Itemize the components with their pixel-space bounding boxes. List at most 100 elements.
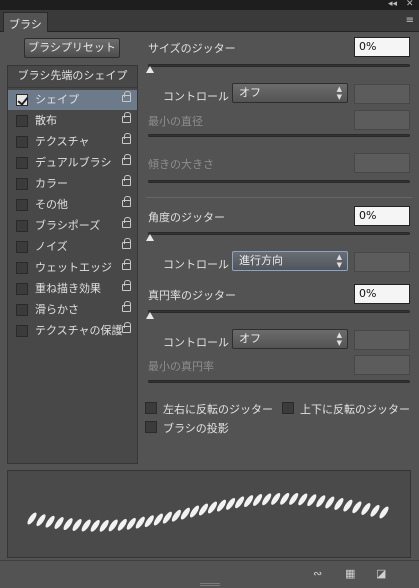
brush-dab — [117, 518, 127, 531]
brush-dab — [54, 517, 64, 529]
brush-dab — [334, 498, 344, 510]
brush-tip-shape-header[interactable]: ブラシ先端のシェイプ — [8, 66, 137, 88]
flip-y-checkbox[interactable] — [282, 402, 294, 414]
brush-preset-button[interactable]: ブラシプリセット — [24, 38, 120, 58]
lock-icon[interactable] — [122, 154, 131, 165]
item-checkbox[interactable] — [16, 94, 28, 106]
brush-dab — [325, 496, 335, 509]
list-item[interactable]: テクスチャの保護 — [8, 321, 137, 341]
item-checkbox[interactable] — [16, 325, 28, 337]
item-label: デュアルブラシ — [35, 156, 112, 169]
list-item[interactable]: 散布 — [8, 111, 137, 131]
angle-control-select[interactable]: 進行方向 ▲ ▼ — [232, 251, 348, 271]
collapse-icon[interactable]: ◂◂ — [388, 0, 397, 10]
list-item[interactable]: 滑らかさ — [8, 300, 137, 320]
brush-dab — [216, 499, 227, 512]
flip-x-checkbox[interactable] — [145, 402, 157, 414]
brush-dab — [343, 499, 353, 512]
brush-dab — [361, 503, 371, 515]
item-checkbox[interactable] — [16, 241, 28, 253]
list-item[interactable]: シェイプ — [8, 90, 137, 110]
roundness-jitter-thumb[interactable] — [146, 312, 154, 319]
tab-brush[interactable]: ブラシ — [3, 12, 48, 32]
grid-icon[interactable]: ▦ — [345, 567, 355, 580]
brush-dab — [171, 509, 181, 522]
lock-icon[interactable] — [122, 259, 131, 270]
lock-icon[interactable] — [122, 175, 131, 186]
item-checkbox[interactable] — [16, 136, 28, 148]
toggle-live-tip-icon[interactable]: ∾ — [313, 567, 322, 580]
size-jitter-field[interactable]: 0% — [354, 37, 410, 57]
list-item[interactable]: デュアルブラシ — [8, 153, 137, 173]
lock-icon[interactable] — [122, 217, 131, 228]
roundness-jitter-slider[interactable] — [148, 310, 410, 313]
brush-dab — [144, 515, 154, 528]
tilt-scale-label: 傾きの大きさ — [148, 158, 214, 171]
lock-icon[interactable] — [122, 238, 131, 249]
angle-jitter-slider[interactable] — [148, 232, 410, 235]
min-roundness-slider — [148, 380, 410, 383]
flip-x-label: 左右に反転のジッター — [163, 403, 273, 416]
item-checkbox[interactable] — [16, 220, 28, 232]
item-checkbox[interactable] — [16, 115, 28, 127]
item-label: 散布 — [35, 114, 57, 127]
item-label: ノイズ — [35, 240, 68, 253]
brush-dab — [307, 494, 317, 507]
brush-dab — [235, 496, 245, 509]
list-item[interactable]: 重ね描き効果 — [8, 279, 137, 299]
item-checkbox[interactable] — [16, 178, 28, 190]
item-checkbox[interactable] — [16, 157, 28, 169]
brush-dab — [198, 503, 209, 516]
brush-dab — [298, 493, 308, 506]
brush-dab — [207, 501, 218, 514]
select-arrows-icon: ▲ ▼ — [336, 331, 342, 347]
select-arrows-icon: ▲ ▼ — [336, 85, 342, 101]
list-item[interactable]: カラー — [8, 174, 137, 194]
lock-icon[interactable] — [122, 196, 131, 207]
list-item[interactable]: テクスチャ — [8, 132, 137, 152]
lock-icon[interactable] — [122, 112, 131, 123]
roundness-control-field — [354, 330, 410, 350]
panel-titlebar: ◂◂ ✕ — [0, 0, 419, 10]
tab-bar: ブラシ ≡ — [0, 10, 419, 32]
list-item[interactable]: ブラシポーズ — [8, 216, 137, 236]
panel-menu-icon[interactable]: ≡ — [406, 15, 414, 26]
angle-jitter-field[interactable]: 0% — [354, 206, 410, 226]
lock-icon[interactable] — [122, 91, 131, 102]
list-item[interactable]: ウェットエッジ — [8, 258, 137, 278]
item-label: カラー — [35, 177, 68, 190]
item-checkbox[interactable] — [16, 199, 28, 211]
brush-dab — [280, 492, 290, 505]
stroke-preview-graphic — [27, 492, 389, 532]
brush-settings-list: ブラシ先端のシェイプ シェイプ散布テクスチャデュアルブラシ カラーその他 ブラシポー… — [7, 65, 138, 464]
brush-dab — [271, 492, 281, 505]
resize-grip[interactable] — [200, 583, 220, 586]
new-brush-icon[interactable]: ◪ — [376, 567, 386, 580]
min-diameter-slider — [148, 134, 410, 137]
roundness-control-select[interactable]: オフ ▲ ▼ — [232, 329, 348, 349]
brush-dab — [244, 495, 254, 508]
list-item[interactable]: その他 — [8, 195, 137, 215]
brush-dab — [370, 504, 380, 517]
roundness-jitter-field[interactable]: 0% — [354, 284, 410, 304]
brush-dab — [81, 519, 91, 532]
size-jitter-thumb[interactable] — [146, 66, 154, 73]
item-checkbox[interactable] — [16, 283, 28, 295]
size-control-select[interactable]: オフ ▲ ▼ — [232, 83, 348, 103]
brush-dab — [226, 497, 236, 510]
close-icon[interactable]: ✕ — [406, 0, 414, 10]
lock-icon[interactable] — [122, 301, 131, 312]
item-checkbox[interactable] — [16, 304, 28, 316]
item-checkbox[interactable] — [16, 262, 28, 274]
size-jitter-slider[interactable] — [148, 64, 410, 67]
lock-icon[interactable] — [122, 280, 131, 291]
lock-icon[interactable] — [122, 322, 131, 333]
select-arrows-icon: ▲ ▼ — [336, 253, 342, 269]
brush-projection-checkbox[interactable] — [145, 421, 157, 433]
roundness-control-value: オフ — [239, 332, 261, 345]
list-item[interactable]: ノイズ — [8, 237, 137, 257]
roundness-jitter-label: 真円率のジッター — [148, 289, 236, 302]
brush-dab — [262, 493, 272, 506]
lock-icon[interactable] — [122, 133, 131, 144]
angle-jitter-thumb[interactable] — [146, 234, 154, 241]
